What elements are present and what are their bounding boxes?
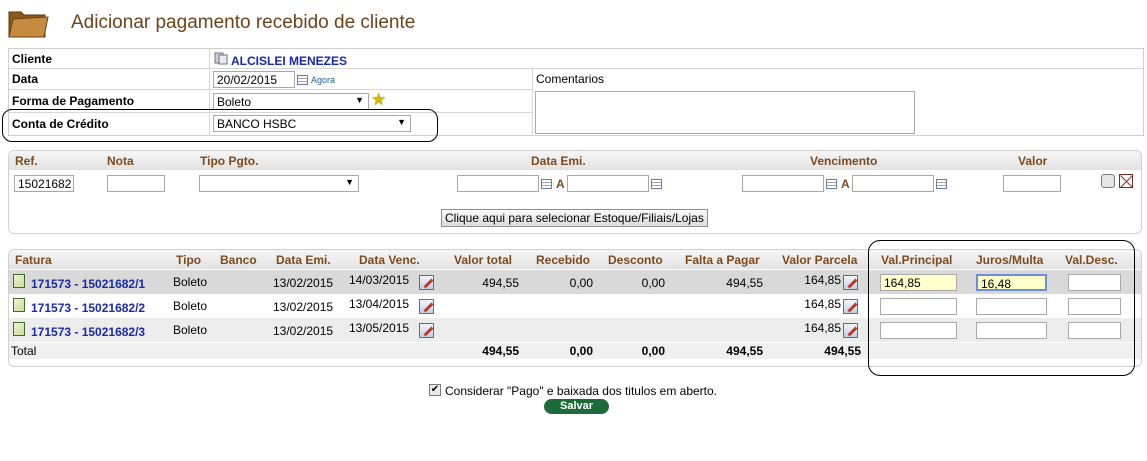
calendar-icon[interactable] bbox=[936, 179, 947, 189]
calendar-icon[interactable] bbox=[826, 179, 837, 189]
range-separator: A bbox=[841, 177, 850, 191]
forma-pagamento-value: Boleto bbox=[217, 95, 252, 109]
tipo-pgto-select[interactable]: ▼ bbox=[199, 175, 359, 192]
tipo-cell: Boleto bbox=[173, 275, 208, 289]
total-recebido: 0,00 bbox=[569, 344, 593, 358]
save-button[interactable]: Salvar bbox=[544, 399, 609, 414]
data-venc-cell: 14/03/2015 bbox=[349, 273, 410, 287]
page-title: Adicionar pagamento recebido de cliente bbox=[71, 12, 416, 33]
nota-input[interactable] bbox=[107, 175, 165, 192]
data-emi-cell: 13/02/2015 bbox=[273, 276, 334, 290]
desconto-cell: 0,00 bbox=[641, 276, 665, 290]
select-stock-button[interactable]: Clique aqui para selecionar Estoque/Fili… bbox=[441, 209, 708, 227]
valor-total-cell: 494,55 bbox=[482, 276, 519, 290]
col-header-fatura: Fatura bbox=[15, 253, 52, 267]
filter-header-ref: Ref. bbox=[15, 154, 38, 168]
edit-icon[interactable] bbox=[419, 275, 434, 290]
ref-input[interactable]: 15021682 bbox=[14, 175, 74, 192]
edit-icon[interactable] bbox=[419, 299, 434, 314]
client-icon bbox=[214, 52, 228, 65]
data-label: Data bbox=[12, 72, 39, 86]
total-valor-total: 494,55 bbox=[482, 344, 519, 358]
pago-checkbox-label: Considerar "Pago" e baixada dos titulos … bbox=[445, 384, 718, 398]
edit-icon[interactable] bbox=[419, 323, 434, 338]
edit-icon[interactable] bbox=[843, 299, 858, 314]
folder-icon bbox=[8, 11, 49, 38]
falta-cell: 494,55 bbox=[726, 276, 763, 290]
client-name-link[interactable]: ALCISLEI MENEZES bbox=[231, 54, 347, 68]
col-header-data-emi: Data Emi. bbox=[276, 253, 331, 267]
col-header-tipo: Tipo bbox=[176, 253, 202, 267]
col-header-desconto: Desconto bbox=[608, 253, 663, 267]
valor-parcela-cell: 164,85 bbox=[804, 297, 841, 311]
vencimento-from-input[interactable] bbox=[742, 175, 824, 192]
date-input[interactable]: 20/02/2015 bbox=[213, 71, 295, 88]
tipo-cell: Boleto bbox=[173, 299, 208, 313]
chevron-down-icon: ▼ bbox=[355, 95, 364, 105]
col-header-data-venc: Data Venc. bbox=[359, 253, 420, 267]
data-emi-cell: 13/02/2015 bbox=[273, 324, 334, 338]
filter-header-valor: Valor bbox=[1018, 154, 1048, 168]
valor-parcela-cell: 164,85 bbox=[804, 273, 841, 287]
document-icon bbox=[13, 322, 25, 336]
vencimento-to-input[interactable] bbox=[852, 175, 934, 192]
tipo-cell: Boleto bbox=[173, 323, 208, 337]
calendar-icon[interactable] bbox=[541, 179, 552, 189]
filter-header-tipo: Tipo Pgto. bbox=[200, 154, 259, 168]
recebido-cell: 0,00 bbox=[569, 276, 593, 290]
filter-header-data-emi: Data Emi. bbox=[531, 154, 586, 168]
filter-header-nota: Nota bbox=[107, 154, 134, 168]
valor-parcela-cell: 164,85 bbox=[804, 321, 841, 335]
data-venc-cell: 13/04/2015 bbox=[349, 297, 410, 311]
pago-checkbox[interactable]: ✔ bbox=[429, 384, 441, 396]
document-icon bbox=[13, 298, 25, 312]
range-separator: A bbox=[556, 177, 565, 191]
calendar-icon[interactable] bbox=[651, 179, 662, 189]
star-icon[interactable]: ★ bbox=[371, 91, 386, 108]
chevron-down-icon: ▼ bbox=[345, 177, 354, 187]
fatura-link[interactable]: 171573 - 15021682/2 bbox=[31, 301, 145, 315]
col-header-falta: Falta a Pagar bbox=[685, 253, 760, 267]
calendar-icon[interactable] bbox=[297, 75, 308, 85]
data-emi-to-input[interactable] bbox=[567, 175, 649, 192]
cliente-label: Cliente bbox=[12, 52, 53, 66]
col-header-banco: Banco bbox=[220, 253, 257, 267]
col-header-valor-parcela: Valor Parcela bbox=[782, 253, 858, 267]
filter-header-vencimento: Vencimento bbox=[810, 154, 878, 168]
valor-input[interactable] bbox=[1003, 175, 1061, 192]
search-icon[interactable] bbox=[1101, 174, 1115, 188]
data-emi-cell: 13/02/2015 bbox=[273, 300, 334, 314]
comentarios-label: Comentarios bbox=[536, 72, 605, 86]
highlight-annotation bbox=[2, 109, 438, 142]
data-venc-cell: 13/05/2015 bbox=[349, 321, 410, 335]
fatura-link[interactable]: 171573 - 15021682/1 bbox=[31, 277, 145, 291]
edit-icon[interactable] bbox=[843, 275, 858, 290]
forma-pagamento-select[interactable]: Boleto ▼ bbox=[213, 93, 369, 110]
col-header-valor-total: Valor total bbox=[454, 253, 513, 267]
edit-icon[interactable] bbox=[843, 323, 858, 338]
document-icon bbox=[13, 274, 25, 288]
total-falta: 494,55 bbox=[726, 344, 763, 358]
col-header-recebido: Recebido bbox=[536, 253, 591, 267]
highlight-annotation bbox=[868, 240, 1135, 376]
total-desconto: 0,00 bbox=[641, 344, 665, 358]
data-emi-from-input[interactable] bbox=[457, 175, 539, 192]
total-valor-parcela: 494,55 bbox=[824, 344, 861, 358]
total-label: Total bbox=[11, 344, 37, 358]
filter-panel: Ref. Nota Tipo Pgto. Data Emi. Venciment… bbox=[8, 150, 1142, 234]
clear-icon[interactable] bbox=[1119, 174, 1133, 188]
comentarios-textarea[interactable] bbox=[535, 91, 915, 134]
agora-link[interactable]: Agora bbox=[311, 75, 335, 85]
fatura-link[interactable]: 171573 - 15021682/3 bbox=[31, 325, 145, 339]
forma-pagamento-label: Forma de Pagamento bbox=[12, 94, 135, 108]
